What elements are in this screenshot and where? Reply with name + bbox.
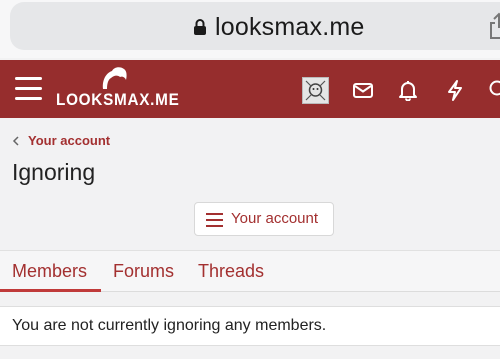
url-text[interactable]: looksmax.me bbox=[215, 10, 364, 44]
tab-threads[interactable]: Threads bbox=[198, 251, 264, 292]
browser-bar: looksmax.me bbox=[0, 0, 500, 58]
site-logo[interactable]: LOOKSMAX.ME bbox=[56, 66, 179, 114]
avatar[interactable] bbox=[302, 77, 329, 104]
hamburger-icon[interactable] bbox=[15, 77, 42, 101]
lock-icon bbox=[194, 19, 206, 35]
mail-icon[interactable] bbox=[352, 79, 374, 101]
page-title: Ignoring bbox=[12, 159, 96, 185]
logo-text: LOOKSMAX.ME bbox=[56, 90, 180, 109]
empty-state-notice: You are not currently ignoring any membe… bbox=[0, 306, 500, 346]
chevron-left-icon bbox=[12, 136, 19, 146]
menu-icon bbox=[206, 213, 223, 227]
address-bar[interactable]: looksmax.me bbox=[10, 2, 500, 50]
your-account-button-label: Your account bbox=[231, 210, 319, 227]
share-icon[interactable] bbox=[488, 12, 500, 40]
empty-state-text: You are not currently ignoring any membe… bbox=[12, 317, 327, 334]
active-tab-indicator bbox=[0, 289, 101, 292]
tab-forums[interactable]: Forums bbox=[113, 251, 174, 292]
breadcrumb-label[interactable]: Your account bbox=[28, 131, 110, 151]
site-header: LOOKSMAX.ME bbox=[0, 60, 500, 118]
tab-bar: Members Forums Threads bbox=[0, 250, 500, 292]
bell-icon[interactable] bbox=[397, 79, 419, 101]
your-account-button[interactable]: Your account bbox=[194, 202, 334, 236]
logo-hair-icon bbox=[102, 67, 127, 89]
bolt-icon[interactable] bbox=[444, 79, 466, 101]
search-icon[interactable] bbox=[488, 79, 500, 101]
tab-members[interactable]: Members bbox=[12, 251, 87, 292]
